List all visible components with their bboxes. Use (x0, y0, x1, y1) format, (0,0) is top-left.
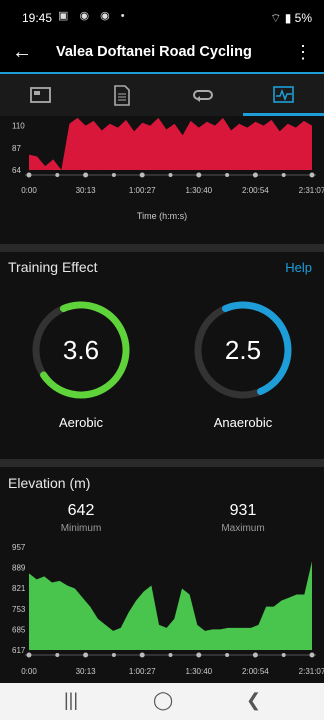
tab-overview[interactable] (0, 74, 81, 116)
tab-bar (0, 72, 324, 116)
x-tick-dot (111, 173, 116, 177)
x-tick-dot (252, 652, 258, 658)
x-tick-label: 1:00:27 (129, 186, 156, 195)
series-area (29, 561, 312, 650)
x-tick-dot (196, 652, 202, 658)
x-tick-dot (225, 653, 230, 657)
x-tick-label: 2:00:54 (242, 667, 269, 676)
y-tick-label: 889 (12, 564, 26, 573)
elevation-min-value: 642 (67, 502, 95, 519)
x-tick-dot (309, 172, 315, 178)
x-tick-dot (196, 172, 202, 178)
x-tick-dot (168, 653, 173, 657)
x-tick-dot (83, 172, 89, 178)
x-tick-dot (281, 653, 286, 657)
overflow-menu-icon[interactable]: ⋮ (294, 42, 312, 63)
back-icon[interactable]: ❮ (246, 690, 261, 711)
x-tick-dot (83, 652, 89, 658)
y-tick-label: 753 (12, 605, 26, 614)
x-tick-label: 0:00 (21, 667, 37, 676)
x-tick-dot (139, 652, 145, 658)
x-tick-label: 2:00:54 (242, 186, 269, 195)
overview-icon (30, 87, 51, 103)
x-tick-dot (309, 652, 315, 658)
help-link[interactable]: Help (285, 260, 312, 275)
elevation-min-label: Minimum (60, 523, 102, 534)
y-tick-label: 87 (12, 144, 21, 153)
y-tick-label: 821 (12, 584, 26, 593)
status-right: ⌔ ▮ 5% (270, 11, 312, 26)
app-bar: ← Valea Doftanei Road Cycling ⋮ (0, 36, 324, 72)
x-tick-label: 0:00 (21, 186, 37, 195)
system-nav-bar: ||| ◯ ❮ (0, 683, 324, 720)
stats-icon (114, 85, 130, 106)
tab-charts[interactable] (243, 74, 324, 116)
activity-title: Valea Doftanei Road Cycling (56, 44, 252, 60)
y-tick-label: 957 (12, 543, 26, 552)
battery-text: 5% (294, 11, 312, 25)
x-tick-dot (281, 173, 286, 177)
y-tick-label: 64 (12, 166, 21, 175)
x-tick-dot (168, 173, 173, 177)
anaerobic-value: 2.5 (224, 335, 262, 365)
series-area (29, 117, 312, 170)
elevation-max-value: 931 (229, 502, 257, 519)
section-divider (0, 244, 324, 252)
recents-icon[interactable]: ||| (64, 690, 78, 711)
home-icon[interactable]: ◯ (153, 690, 173, 711)
section-divider (0, 459, 324, 467)
charts-icon (273, 86, 294, 103)
elevation-max-label: Maximum (221, 523, 265, 534)
x-tick-dot (225, 173, 230, 177)
training-effect-title: Training Effect (8, 259, 98, 275)
anaerobic-label: Anaerobic (213, 415, 273, 430)
y-tick-label: 617 (12, 646, 26, 655)
x-tick-label: 1:00:27 (129, 667, 156, 676)
tab-laps[interactable] (162, 74, 243, 116)
back-arrow-icon[interactable]: ← (12, 41, 32, 64)
x-tick-label: 30:13 (76, 186, 97, 195)
aerobic-label: Aerobic (58, 415, 104, 430)
x-tick-dot (26, 652, 32, 658)
notification-icons: ▣ ◉ ◉ • (58, 10, 129, 22)
x-tick-label: 2:31:07 (299, 667, 324, 676)
tab-stats[interactable] (81, 74, 162, 116)
heart-rate-chart: 110 87 64 0:00 30:13 1:00:27 1:30:40 2:00:54 2:3… (12, 117, 324, 195)
signal-icon: ▮ (284, 11, 292, 25)
x-tick-dot (55, 653, 60, 657)
aerobic-value: 3.6 (62, 335, 100, 365)
elevation-title: Elevation (m) (8, 475, 91, 491)
laps-icon (193, 90, 213, 102)
hr-x-axis-label: Time (h:m:s) (136, 211, 188, 221)
elevation-chart: 957 889 821 753 685 617 0:00 30:13 1:00:27 1:30:4… (12, 543, 324, 676)
x-tick-dot (55, 173, 60, 177)
x-tick-dot (139, 172, 145, 178)
y-tick-label: 685 (12, 625, 26, 634)
y-tick-label: 110 (12, 122, 25, 131)
status-time: 19:45 (22, 11, 53, 25)
x-tick-dot (111, 653, 116, 657)
x-tick-label: 1:30:40 (185, 667, 212, 676)
x-tick-label: 30:13 (76, 667, 97, 676)
wifi-icon: ⌔ (270, 11, 282, 25)
x-tick-dot (26, 172, 32, 178)
status-bar: 19:45 ▣ ◉ ◉ • ⌔ ▮ 5% (0, 0, 324, 36)
x-tick-dot (252, 172, 258, 178)
x-tick-label: 1:30:40 (185, 186, 212, 195)
x-tick-label: 2:31:07 (299, 186, 324, 195)
